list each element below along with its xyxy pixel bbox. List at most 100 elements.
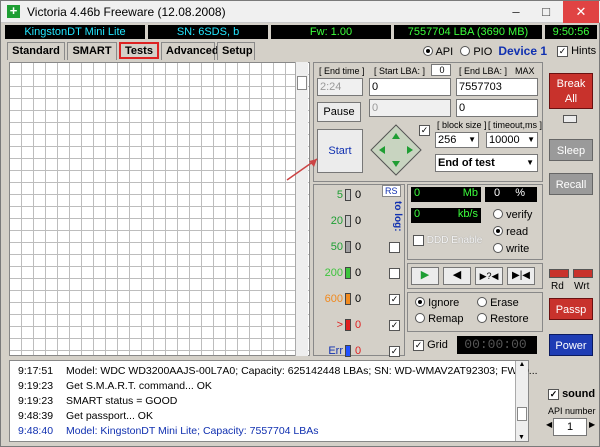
api-number-label: API number	[548, 406, 596, 416]
mode-radio-verify[interactable]: verify	[493, 209, 532, 221]
sound-toggle[interactable]: ✓ sound	[548, 388, 595, 400]
counter-log-checkbox[interactable]: ✓	[389, 294, 400, 305]
end-icon[interactable]: ▶|◀	[507, 267, 535, 285]
log-time: 9:48:39	[18, 410, 54, 422]
counter-log-checkbox[interactable]	[389, 242, 400, 253]
end-of-test-chevron-icon: ▼	[526, 158, 534, 167]
device-label[interactable]: Device 1	[498, 44, 547, 58]
maximize-icon[interactable]: □	[531, 1, 561, 23]
rs-button[interactable]: RS	[382, 185, 401, 197]
status-time: 9:50:56	[545, 25, 597, 39]
log-entry: 9:19:23 Get S.M.A.R.T. command... OK	[18, 380, 212, 392]
log-time: 9:17:51	[18, 365, 54, 377]
tab-standard[interactable]: Standard	[7, 42, 65, 60]
ignore-option[interactable]: Ignore	[415, 297, 459, 309]
mode-radio-read[interactable]: read	[493, 226, 528, 238]
counter-value: 0	[355, 293, 362, 305]
counter-log-checkbox[interactable]: ✓	[389, 320, 400, 331]
hints-checkbox[interactable]: ✓	[557, 45, 568, 57]
erase-label: Erase	[490, 297, 519, 309]
counter-label: >	[336, 319, 343, 331]
skip-icon[interactable]: ▶?◀	[475, 267, 503, 285]
start-lba-input[interactable]: 0	[369, 78, 451, 96]
end-time-field[interactable]: 2:24	[317, 78, 363, 96]
speed-unit: kb/s	[457, 208, 478, 220]
log-text: Model: WDC WD3200AAJS-00L7A0; Capacity: …	[66, 365, 538, 377]
scrollbar-thumb[interactable]	[297, 76, 307, 90]
tab-setup[interactable]: Setup	[217, 42, 255, 60]
status-sn: SN: 6SDS, b	[148, 25, 268, 39]
rd-label: Rd	[551, 281, 564, 292]
grid-checkbox[interactable]: ✓	[413, 339, 424, 351]
grid-toggle[interactable]: ✓ Grid	[413, 339, 448, 351]
mode-selector: API PIO Device 1	[423, 44, 547, 58]
sleep-button[interactable]: Sleep	[549, 139, 593, 161]
verify-radio[interactable]	[493, 209, 503, 220]
break-all-button[interactable]: Break All	[549, 73, 593, 109]
log-scroll-thumb[interactable]	[517, 407, 527, 421]
api-number-up-icon[interactable]: ▶	[589, 420, 595, 429]
read-radio[interactable]	[493, 226, 503, 237]
log-time: 9:19:23	[18, 380, 54, 392]
counter-log-checkbox[interactable]: ✓	[389, 346, 400, 357]
grid-scrollbar[interactable]	[295, 62, 308, 356]
restore-radio[interactable]	[477, 313, 487, 324]
recall-button[interactable]: Recall	[549, 173, 593, 195]
grid-timer: 00:00:00	[457, 336, 537, 354]
end-of-test-select[interactable]: End of test ▼	[435, 154, 538, 172]
counter-row: 600 0 ✓	[319, 293, 400, 306]
sound-checkbox[interactable]: ✓	[548, 388, 559, 400]
counter-value: 0	[355, 345, 362, 357]
surface-scan-grid	[9, 62, 310, 356]
status-sn-text: SN: 6SDS	[176, 26, 227, 38]
ddd-checkbox[interactable]	[413, 235, 424, 246]
tab-advanced[interactable]: Advanced	[161, 42, 219, 60]
timeout-label: [ timeout,ms ]	[488, 120, 543, 130]
counter-log-checkbox[interactable]	[389, 268, 400, 279]
block-size-select[interactable]: 256 ▼	[435, 132, 479, 148]
log-time: 9:19:23	[18, 395, 54, 407]
passp-button[interactable]: Passp	[549, 298, 593, 320]
ddd-enable[interactable]: DDD Enable	[413, 235, 482, 246]
start-button[interactable]: Start	[317, 129, 363, 173]
log-entry: 9:19:23 SMART status = GOOD	[18, 395, 177, 407]
hints-toggle[interactable]: ✓ Hints	[557, 45, 596, 57]
tab-smart[interactable]: SMART	[67, 42, 117, 60]
timeout-select[interactable]: 10000 ▼	[486, 132, 538, 148]
write-radio[interactable]	[493, 243, 503, 254]
direction-checkbox[interactable]: ✓	[419, 125, 430, 136]
end-lba-max[interactable]: MAX	[515, 66, 535, 76]
counter-bar	[345, 215, 351, 228]
log-scrollbar[interactable]: ▲ ▼	[515, 361, 528, 441]
counter-row: 50 0	[319, 241, 400, 254]
grid-label: Grid	[427, 339, 448, 351]
pause-button[interactable]: Pause	[317, 102, 361, 122]
status-sn-suffix: , b	[226, 26, 240, 38]
restore-option[interactable]: Restore	[477, 313, 529, 325]
close-icon[interactable]: ✕	[563, 1, 599, 23]
tab-tests[interactable]: Tests	[119, 42, 159, 59]
end-lba-input[interactable]: 7557703	[456, 78, 538, 96]
write-label: write	[506, 243, 530, 255]
erase-option[interactable]: Erase	[477, 297, 519, 309]
rewind-icon[interactable]: ◀	[443, 267, 471, 285]
api-radio[interactable]	[423, 46, 433, 57]
event-log[interactable]: 9:17:51 Model: WDC WD3200AAJS-00L7A0; Cap…	[9, 360, 538, 442]
tab-row: Standard SMART Tests Advanced Setup API …	[1, 42, 600, 60]
minimize-icon[interactable]: –	[501, 1, 531, 23]
power-button[interactable]: Power	[549, 334, 593, 356]
ignore-radio[interactable]	[415, 297, 425, 308]
api-number-field[interactable]: 1	[553, 418, 587, 436]
play-icon[interactable]: ▶	[411, 267, 439, 285]
remap-option[interactable]: Remap	[415, 313, 464, 325]
mode-radio-write[interactable]: write	[493, 243, 529, 255]
erase-radio[interactable]	[477, 297, 487, 308]
pio-radio[interactable]	[460, 46, 471, 57]
log-scroll-down-icon[interactable]: ▼	[516, 434, 527, 441]
api-number-down-icon[interactable]: ◀	[546, 420, 552, 429]
direction-pad-icon[interactable]	[369, 123, 423, 177]
remap-radio[interactable]	[415, 313, 425, 324]
counter-label: 200	[324, 267, 343, 279]
log-scroll-up-icon[interactable]: ▲	[517, 361, 527, 368]
percent-value: 0	[494, 187, 501, 199]
